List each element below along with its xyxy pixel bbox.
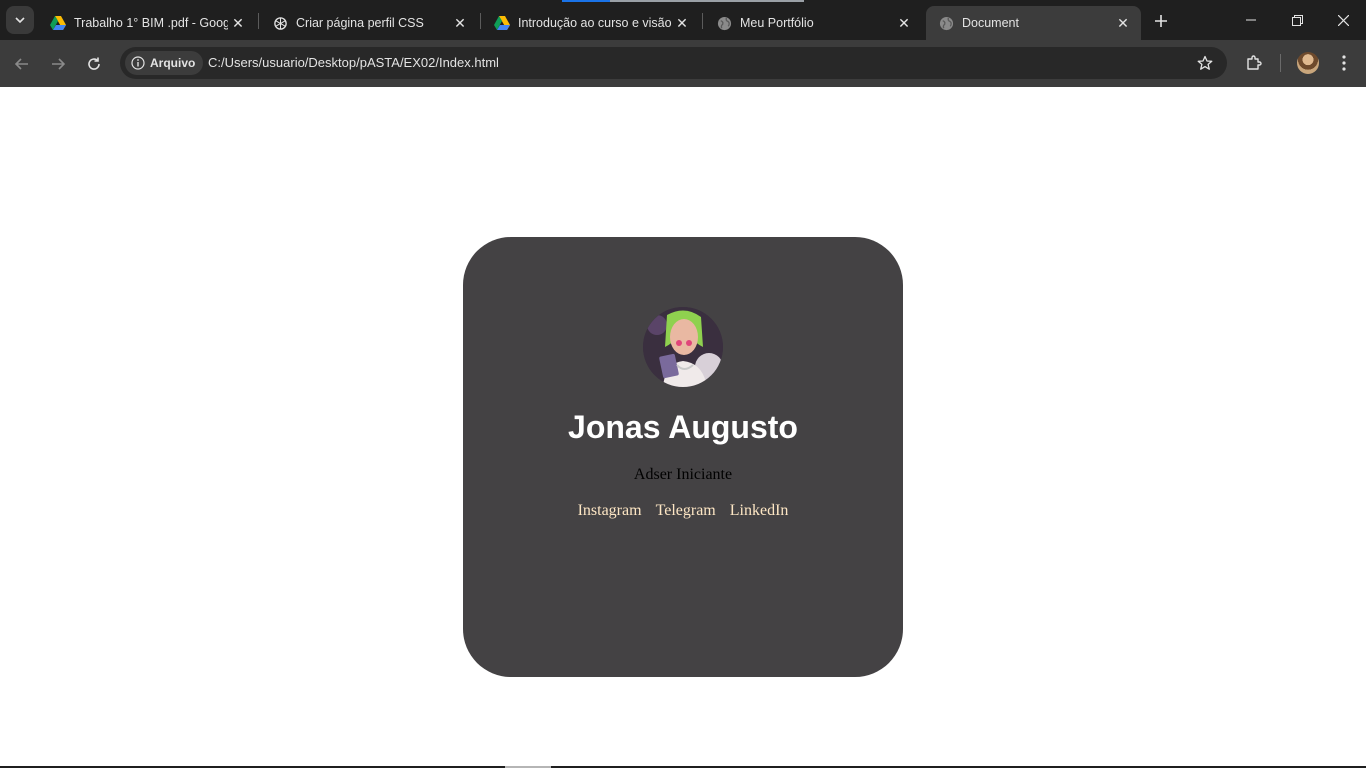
minimize-icon <box>1246 19 1256 21</box>
star-icon <box>1197 55 1213 70</box>
close-icon <box>1337 14 1349 26</box>
tab-document[interactable]: Document ✕ <box>926 6 1141 40</box>
globe-icon <box>938 15 954 31</box>
site-info-chip[interactable]: Arquivo <box>125 51 204 75</box>
tab-criar-pagina[interactable]: Criar página perfil CSS ✕ <box>260 6 478 40</box>
instagram-link[interactable]: Instagram <box>578 502 642 520</box>
new-tab-button[interactable] <box>1149 9 1173 33</box>
tab-title: Introdução ao curso e visão geral <box>518 16 672 30</box>
bookmark-button[interactable] <box>1195 53 1215 73</box>
google-drive-icon <box>50 15 66 31</box>
profile-avatar-button[interactable] <box>1297 52 1319 74</box>
tab-search-button[interactable] <box>6 6 34 34</box>
address-bar[interactable]: Arquivo C:/Users/usuario/Desktop/pASTA/E… <box>120 47 1227 79</box>
profile-role: Adser Iniciante <box>633 466 733 483</box>
tab-title: Meu Portfólio <box>740 16 814 30</box>
restore-icon <box>1291 14 1303 26</box>
tab-title: Trabalho 1° BIM .pdf - Google Drive <box>74 16 228 30</box>
url-text[interactable]: C:/Users/usuario/Desktop/pASTA/EX02/Inde… <box>208 55 499 70</box>
window-close-button[interactable] <box>1320 0 1366 40</box>
profile-name: Jonas Augusto <box>568 409 798 445</box>
social-links: Instagram Telegram LinkedIn <box>463 502 903 520</box>
close-icon[interactable]: ✕ <box>894 13 914 33</box>
google-drive-icon <box>494 15 510 31</box>
tab-title: Criar página perfil CSS <box>296 16 424 30</box>
arrow-left-icon <box>14 58 28 70</box>
linkedin-link[interactable]: LinkedIn <box>730 502 789 520</box>
tab-meu-portfolio[interactable]: Meu Portfólio ✕ <box>704 6 922 40</box>
restore-button[interactable] <box>1274 0 1320 40</box>
telegram-link[interactable]: Telegram <box>656 502 716 520</box>
close-icon[interactable]: ✕ <box>450 13 470 33</box>
chevron-down-icon <box>15 17 25 24</box>
close-icon[interactable]: ✕ <box>228 13 248 33</box>
info-icon <box>131 56 145 70</box>
forward-button[interactable] <box>44 50 72 78</box>
profile-photo <box>643 307 723 387</box>
back-button[interactable] <box>8 50 36 78</box>
tab-title: Document <box>962 16 1019 30</box>
loading-indicator <box>562 0 804 2</box>
tab-introducao[interactable]: Introdução ao curso e visão geral ✕ <box>482 6 700 40</box>
plus-icon <box>1155 15 1167 27</box>
reload-icon <box>88 57 100 70</box>
security-chip-label: Arquivo <box>150 56 196 70</box>
minimize-button[interactable] <box>1228 0 1274 40</box>
close-icon[interactable]: ✕ <box>672 13 692 33</box>
chatgpt-icon <box>272 15 288 31</box>
more-vertical-icon <box>1342 55 1346 71</box>
arrow-right-icon <box>52 58 66 70</box>
menu-button[interactable] <box>1333 52 1355 74</box>
puzzle-icon <box>1247 55 1262 70</box>
browser-toolbar: Arquivo C:/Users/usuario/Desktop/pASTA/E… <box>0 40 1366 87</box>
reload-button[interactable] <box>80 50 108 78</box>
tab-strip: Trabalho 1° BIM .pdf - Google Drive ✕ Cr… <box>0 0 1366 40</box>
profile-card: Jonas Augusto Adser Iniciante Instagram … <box>463 237 903 677</box>
tab-trabalho[interactable]: Trabalho 1° BIM .pdf - Google Drive ✕ <box>38 6 256 40</box>
globe-icon <box>716 15 732 31</box>
page-viewport: Jonas Augusto Adser Iniciante Instagram … <box>0 87 1366 768</box>
extensions-button[interactable] <box>1243 52 1265 74</box>
profile-photo-image <box>643 307 723 387</box>
close-icon[interactable]: ✕ <box>1113 13 1133 33</box>
